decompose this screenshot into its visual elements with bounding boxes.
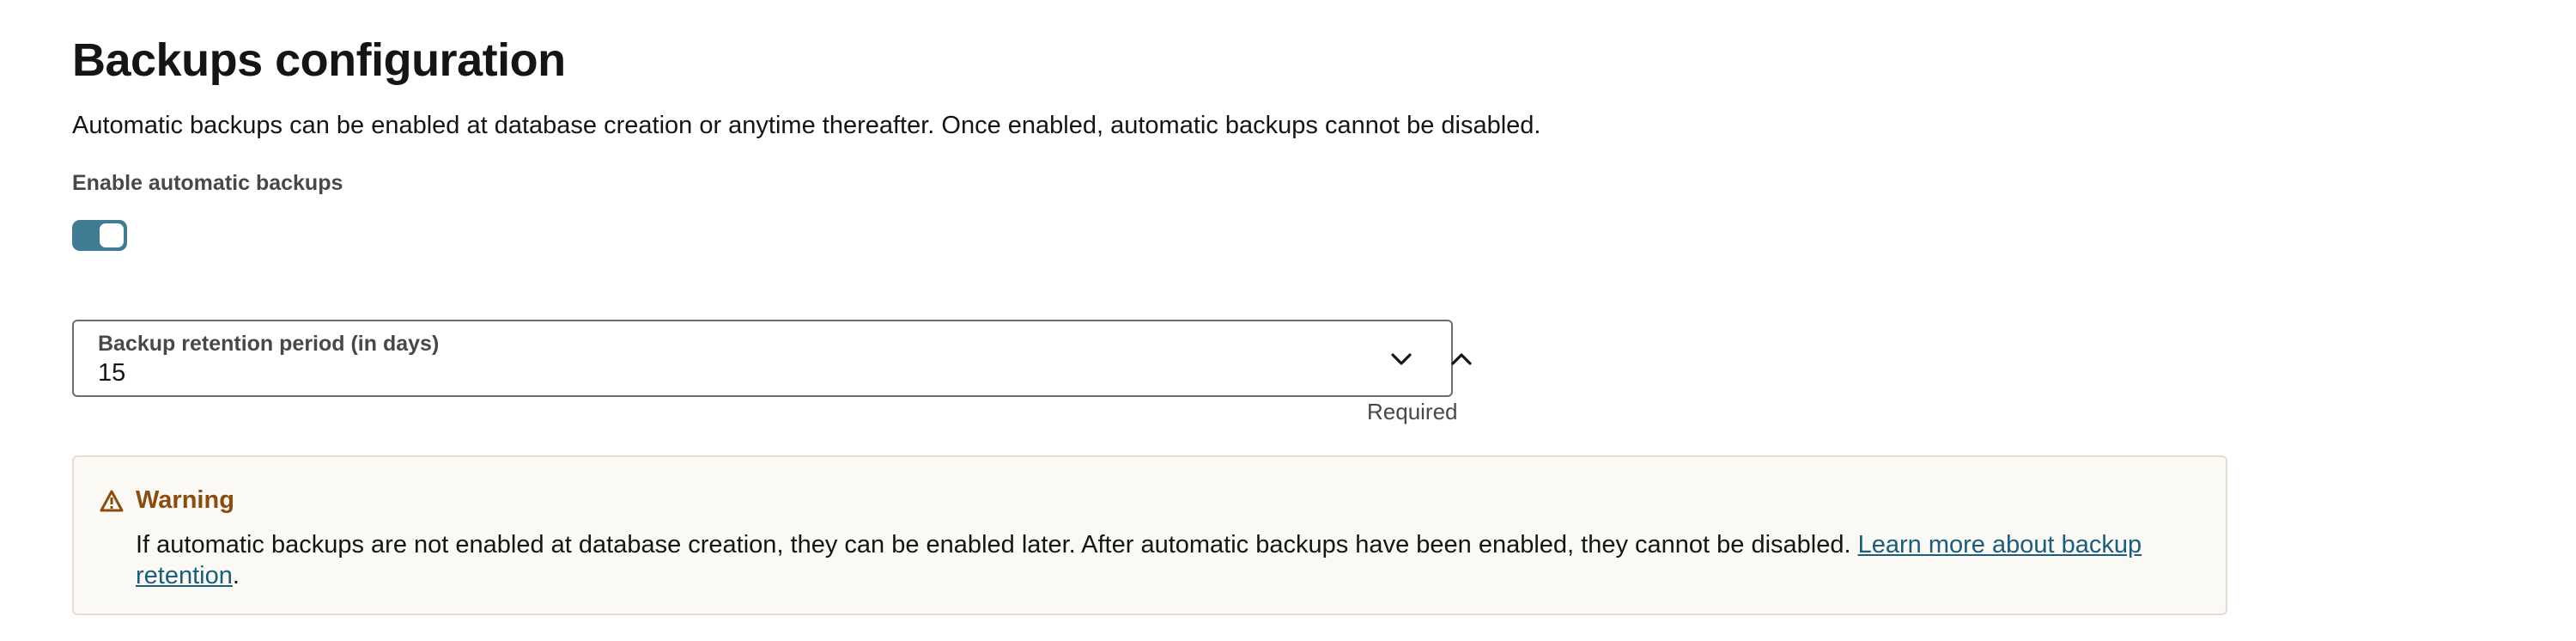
page-description: Automatic backups can be enabled at data… <box>72 112 1541 139</box>
decrement-button[interactable] <box>1379 337 1424 382</box>
warning-text: If automatic backups are not enabled at … <box>136 531 1858 559</box>
enable-automatic-backups-toggle[interactable] <box>72 220 127 251</box>
retention-input[interactable] <box>98 356 1300 390</box>
warning-title: Warning <box>136 486 234 514</box>
chevron-down-icon <box>1391 353 1412 365</box>
required-helper-text: Required <box>1367 399 1458 424</box>
retention-field-label: Backup retention period (in days) <box>98 332 440 356</box>
toggle-label: Enable automatic backups <box>72 171 343 195</box>
chevron-up-icon <box>1451 353 1472 365</box>
increment-button[interactable] <box>1439 337 1484 382</box>
warning-suffix: . <box>232 562 240 589</box>
warning-message: Warning If automatic backups are not ena… <box>72 455 2227 615</box>
page-title: Backups configuration <box>72 34 566 86</box>
warning-triangle-icon <box>100 490 124 512</box>
backup-retention-field: Backup retention period (in days) <box>72 320 1472 397</box>
warning-body: If automatic backups are not enabled at … <box>136 529 2179 591</box>
toggle-knob <box>100 223 124 247</box>
